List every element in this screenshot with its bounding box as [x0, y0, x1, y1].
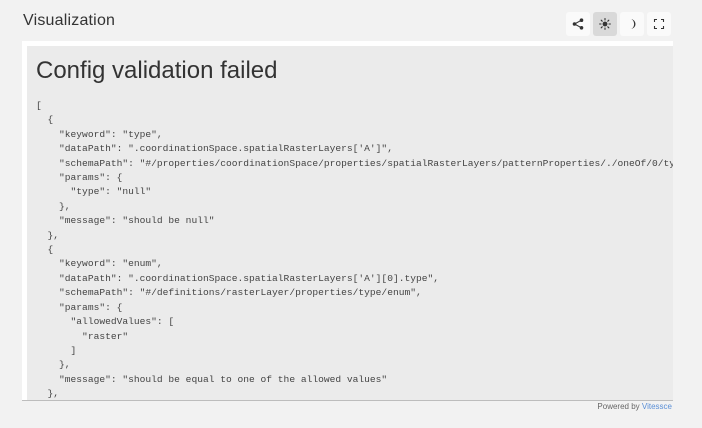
error-title: Config validation failed [36, 57, 278, 84]
moon-icon [630, 19, 636, 29]
powered-by-label: Powered by [597, 402, 640, 411]
sun-icon [599, 18, 611, 30]
error-container: Config validation failed [ { "keyword": … [27, 46, 673, 400]
toolbar [566, 12, 671, 36]
share-button[interactable] [566, 12, 590, 36]
vitessce-link[interactable]: Vitessce [642, 402, 672, 411]
validation-errors-json: [ { "keyword": "type", "dataPath": ".coo… [36, 100, 673, 400]
visualization-header: Visualization [0, 0, 702, 44]
visualization-panel: Config validation failed [ { "keyword": … [22, 41, 673, 401]
page-title: Visualization [23, 12, 116, 29]
fullscreen-button[interactable] [647, 12, 671, 36]
share-icon [572, 18, 584, 30]
light-theme-button[interactable] [593, 12, 617, 36]
powered-by-footer: Powered by Vitessce [597, 402, 672, 411]
dark-theme-button[interactable] [620, 12, 644, 36]
fullscreen-icon [653, 18, 665, 30]
